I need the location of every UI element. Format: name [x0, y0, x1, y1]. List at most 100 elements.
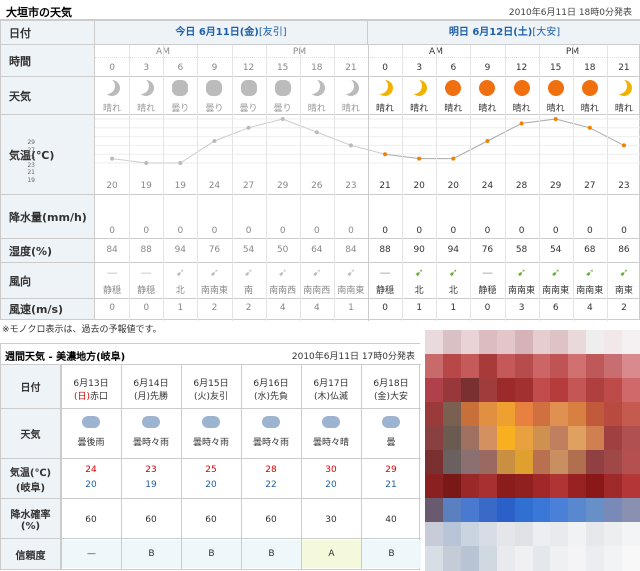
wind-speed-value: 0: [109, 303, 115, 313]
moon-icon: [377, 80, 393, 96]
rain-icon: [202, 416, 220, 428]
hour-label: 6: [177, 63, 184, 73]
weekly-temp-high: 23: [145, 465, 157, 475]
hour-label: 12: [242, 63, 255, 73]
ad-pixel: [496, 330, 516, 355]
weekly-dow: (日): [73, 392, 90, 402]
weekly-rokuyo: 先負: [270, 392, 289, 402]
weather-label: 晴れ: [103, 104, 122, 114]
row-divider: [61, 458, 421, 459]
cloud-icon: [322, 416, 340, 428]
wind-arrow-icon: ➹: [175, 266, 185, 279]
temp-value: 19: [140, 181, 152, 191]
weekly-label-rain: 降水確率 (%): [1, 499, 61, 539]
temp-point: [553, 117, 558, 121]
ad-pixel: [550, 330, 569, 355]
weekly-temp-high: 30: [325, 465, 337, 475]
weekly-weather-label: 曇時々雨: [252, 438, 289, 448]
ad-pixel: [496, 498, 516, 523]
wind-dir-value: 静穏: [137, 286, 156, 296]
ad-pixel: [478, 522, 498, 547]
ad-pixel: [550, 474, 569, 499]
wind-dir-value: 南南西: [269, 286, 297, 296]
label-wind-dir: 風向: [1, 263, 95, 299]
ad-pixel: [550, 426, 569, 451]
weekly-weather-cell: 曇時々雨: [181, 416, 241, 448]
ad-pixel: [425, 498, 444, 523]
hour-label: 12: [515, 63, 528, 73]
label-date: 日付: [1, 21, 95, 45]
wind-dir-value: 北: [448, 286, 458, 296]
temp-point: [212, 139, 217, 143]
weekly-dow: (月): [133, 392, 150, 402]
label-temp: 気温(℃): [1, 115, 95, 195]
ad-pixel: [568, 450, 587, 475]
humidity-value: 84: [345, 245, 357, 255]
hour-label: 15: [276, 63, 289, 73]
ad-pixel: [496, 354, 516, 379]
temp-value: 21: [379, 181, 391, 191]
humidity-value: 54: [549, 245, 562, 255]
weekly-reliability: —: [62, 540, 121, 568]
weekly-weather-cell: 曇時々雨: [121, 416, 181, 448]
weather-cell: 曇り: [163, 80, 197, 114]
weekly-weather-cell: 曇時々晴: [301, 416, 361, 448]
wind-arrow-icon: ➹: [551, 266, 561, 279]
weekly-weather-label: 曇: [386, 438, 396, 448]
ad-pixel: [532, 522, 551, 547]
weekly-dow: (木): [313, 392, 330, 402]
today-rokuyo: [友引]: [258, 27, 287, 38]
temp-value: 29: [549, 181, 562, 191]
temp-value: 24: [481, 181, 494, 191]
wind-speed-value: 4: [313, 303, 320, 313]
ad-pixel: [586, 522, 605, 547]
ad-pixel: [460, 546, 480, 571]
ad-pixel: [514, 522, 533, 547]
temp-value: 28: [515, 181, 528, 191]
weekly-date-text: 6月17日: [313, 379, 349, 389]
weather-cell: 晴れ: [129, 80, 163, 114]
moon-icon: [411, 80, 427, 96]
advertisement-image[interactable]: [425, 330, 640, 571]
weekly-date: 6月17日 (木)仏滅: [301, 376, 361, 402]
ad-pixel: [550, 354, 569, 379]
weekly-label-temp-2: (岐阜): [15, 482, 46, 494]
ad-pixel: [460, 498, 480, 523]
wind-speed-value: 0: [484, 303, 491, 313]
label-precip: 降水量(mm/h): [1, 195, 95, 239]
weekly-title: 週間天気 - 美濃地方(岐阜): [5, 352, 126, 363]
wind-arrow-icon: ➹: [312, 266, 322, 279]
ad-pixel: [568, 330, 587, 355]
ad-pixel: [568, 402, 587, 427]
weather-label: 晴れ: [614, 104, 633, 114]
wind-speed-value: 1: [416, 303, 423, 313]
wind-arrow-icon: ➹: [516, 266, 527, 279]
ad-pixel: [442, 354, 462, 379]
weekly-date-text: 6月15日: [193, 379, 229, 389]
weekly-temp-low: 20: [325, 480, 337, 490]
ad-pixel: [478, 498, 498, 523]
precip-value: 0: [450, 226, 457, 236]
sun-icon: [445, 80, 462, 96]
rain-icon: [142, 416, 160, 428]
ad-pixel: [496, 402, 516, 427]
ad-pixel: [622, 522, 640, 547]
ad-pixel: [586, 330, 605, 355]
ad-pixel: [550, 498, 569, 523]
ad-pixel: [604, 474, 623, 499]
weekly-date: 6月16日 (水)先負: [241, 376, 301, 402]
weekly-date-text: 6月14日: [133, 379, 169, 389]
humidity-value: 68: [584, 245, 596, 255]
ad-pixel: [532, 450, 551, 475]
weather-cell: 晴れ: [539, 80, 573, 114]
weekly-announced: 2010年6月11日 17時0分発表: [291, 352, 415, 362]
humidity-value: 76: [208, 245, 221, 255]
wind-arrow-icon: ➹: [585, 266, 595, 279]
weekly-label-date: 日付: [1, 365, 61, 409]
weekly-label-temp-1: 気温(℃): [9, 467, 52, 479]
tomorrow-rokuyo: [大安]: [532, 27, 561, 38]
temp-point: [519, 121, 524, 126]
hour-label: 0: [382, 63, 388, 73]
precip-value: 0: [211, 226, 218, 236]
ad-pixel: [604, 498, 623, 523]
